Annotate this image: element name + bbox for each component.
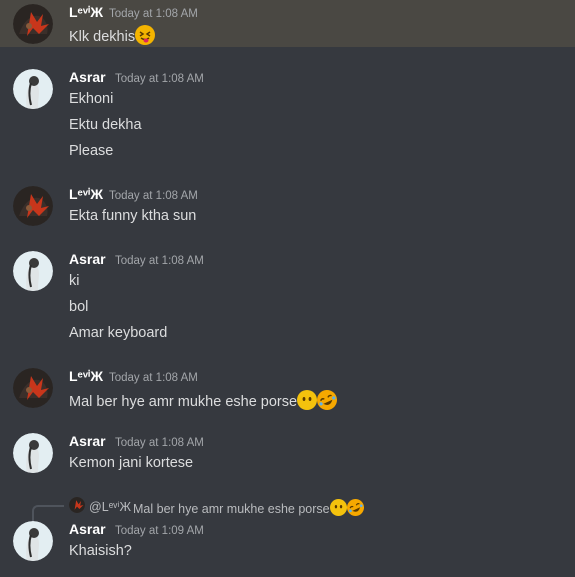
username[interactable]: LᵉᵛⁱЖ: [69, 368, 103, 385]
reply-username[interactable]: @LᵉᵛⁱЖ: [89, 499, 131, 514]
timestamp: Today at 1:08 AM: [115, 437, 204, 449]
username[interactable]: LᵉᵛⁱЖ: [69, 4, 103, 21]
timestamp: Today at 1:08 AM: [109, 190, 198, 202]
username[interactable]: Asrar: [69, 521, 106, 537]
message-text: bol: [69, 299, 89, 315]
avatar[interactable]: [13, 251, 53, 291]
timestamp: Today at 1:08 AM: [109, 8, 198, 20]
avatar[interactable]: [13, 433, 53, 473]
message-text: Amar keyboard: [69, 325, 168, 341]
message-text: Mal ber hye amr mukhe eshe porse: [69, 386, 341, 414]
message-text: Ekta funny ktha sun: [69, 208, 197, 224]
timestamp: Today at 1:08 AM: [115, 73, 204, 85]
message-line: Mal ber hye amr mukhe eshe porse: [69, 394, 298, 410]
timestamp: Today at 1:08 AM: [109, 372, 198, 384]
username[interactable]: LᵉᵛⁱЖ: [69, 186, 103, 203]
message-text: Ektu dekha: [69, 117, 142, 133]
face-without-mouth-icon: [297, 390, 318, 410]
face-with-tongue-icon: [135, 25, 156, 45]
timestamp: Today at 1:08 AM: [115, 255, 204, 267]
message-text: Khaisish?: [69, 543, 132, 559]
message-text: Ekhoni: [69, 91, 114, 107]
message-text: Klk dekhis: [69, 25, 156, 45]
timestamp: Today at 1:09 AM: [115, 525, 204, 537]
message-group[interactable]: LᵉᵛⁱЖ Today at 1:08 AM Ekta funny ktha s…: [0, 183, 575, 233]
message-group[interactable]: Asrar Today at 1:08 AM Ekhoni Ektu dekha…: [0, 66, 575, 166]
reply-avatar[interactable]: [69, 497, 85, 513]
avatar[interactable]: [13, 69, 53, 109]
message-group[interactable]: LᵉᵛⁱЖ Today at 1:08 AM Mal ber hye amr m…: [0, 365, 575, 415]
avatar[interactable]: [13, 4, 53, 44]
avatar[interactable]: [13, 186, 53, 226]
avatar[interactable]: [13, 521, 53, 561]
message-text: ki: [69, 273, 80, 289]
message-group[interactable]: LᵉᵛⁱЖ Today at 1:08 AM Klk dekhis: [0, 0, 575, 47]
username[interactable]: Asrar: [69, 69, 106, 85]
message-text: Kemon jani kortese: [69, 455, 194, 471]
message-group[interactable]: Asrar Today at 1:08 AM Kemon jani kortes…: [0, 430, 575, 480]
face-without-mouth-icon: [329, 499, 347, 516]
reply-preview-text[interactable]: Mal ber hye amr mukhe eshe porse: [133, 496, 367, 519]
message-group[interactable]: Asrar Today at 1:08 AM ki bol Amar keybo…: [0, 248, 575, 348]
rolling-on-floor-laughing-icon: [343, 496, 367, 519]
message-text: Please: [69, 143, 114, 159]
username[interactable]: Asrar: [69, 433, 106, 449]
avatar[interactable]: [13, 368, 53, 408]
message-line: Klk dekhis: [69, 29, 136, 45]
reply-line: Mal ber hye amr mukhe eshe porse: [133, 502, 330, 516]
rolling-on-floor-laughing-icon: [313, 386, 341, 414]
username[interactable]: Asrar: [69, 251, 106, 267]
message-group[interactable]: Asrar Today at 1:09 AM Khaisish?: [0, 518, 575, 573]
